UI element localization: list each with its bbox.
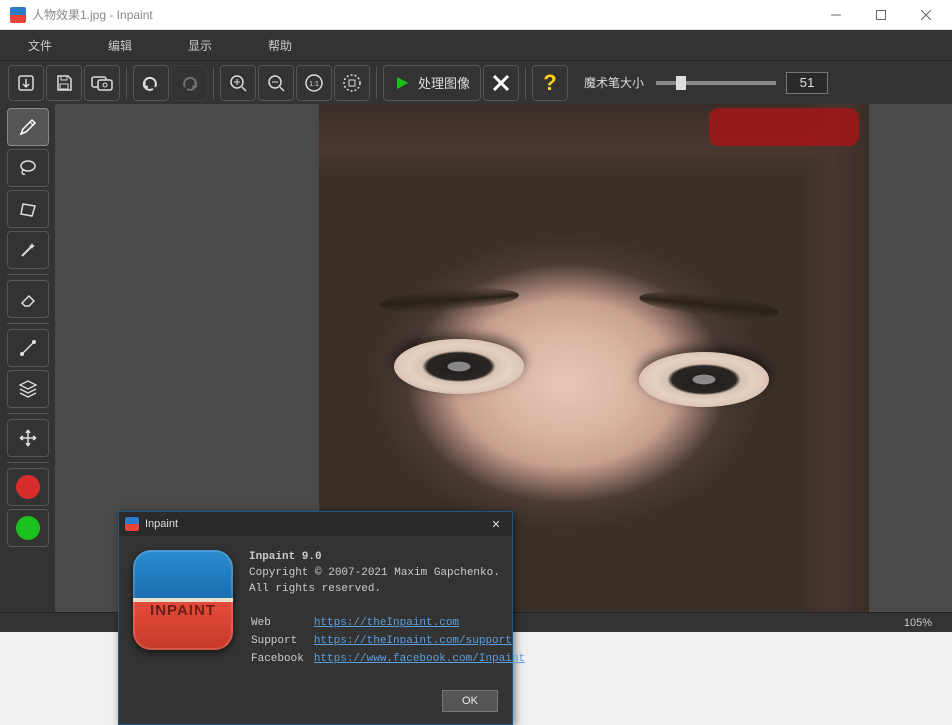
about-copyright: Copyright © 2007-2021 Maxim Gapchenko. [249,567,500,579]
zoom-in-button[interactable] [220,65,256,101]
maximize-button[interactable] [858,0,903,30]
menu-file[interactable]: 文件 [0,30,80,60]
app-icon [10,7,26,23]
tool-sidebar [0,104,55,612]
menu-edit[interactable]: 编辑 [80,30,160,60]
donor-color[interactable] [7,509,49,547]
minimize-button[interactable] [813,0,858,30]
about-text: Inpaint 9.0 Copyright © 2007-2021 Maxim … [249,550,535,670]
process-button[interactable]: 处理图像 [383,65,481,101]
process-label: 处理图像 [418,73,470,92]
brush-size-slider[interactable] [656,81,776,85]
magic-wand-tool[interactable] [7,231,49,269]
brush-size-label: 魔术笔大小 [584,74,644,91]
lasso-tool[interactable] [7,149,49,187]
about-ok-button[interactable]: OK [442,690,498,712]
window-title: 人物效果1.jpg - Inpaint [32,6,153,23]
line-tool[interactable] [7,329,49,367]
canvas-area[interactable]: Inpaint ✕ INPAINT Inpaint 9.0 Copyright … [55,104,952,612]
redo-button[interactable] [171,65,207,101]
cancel-button[interactable] [483,65,519,101]
app-icon [125,517,139,531]
zoom-actual-button[interactable]: 1:1 [296,65,332,101]
inpaint-mask [709,108,859,146]
about-titlebar[interactable]: Inpaint ✕ [119,512,512,536]
close-button[interactable] [903,0,948,30]
compare-button[interactable] [84,65,120,101]
window-titlebar: 人物效果1.jpg - Inpaint [0,0,952,30]
help-button[interactable]: ? [532,65,568,101]
zoom-fit-button[interactable] [334,65,370,101]
mask-color[interactable] [7,468,49,506]
about-dialog: Inpaint ✕ INPAINT Inpaint 9.0 Copyright … [118,511,513,725]
play-icon [394,75,410,91]
menu-bar: 文件 编辑 显示 帮助 [0,30,952,60]
zoom-level: 105% [904,617,932,629]
move-tool[interactable] [7,419,49,457]
save-button[interactable] [46,65,82,101]
menu-help[interactable]: 帮助 [240,30,320,60]
about-logo: INPAINT [133,550,233,650]
about-facebook-link[interactable]: https://www.facebook.com/Inpaint [314,653,525,665]
about-close-button[interactable]: ✕ [486,518,506,531]
about-web-link[interactable]: https://theInpaint.com [314,617,459,629]
layers-tool[interactable] [7,370,49,408]
about-product: Inpaint 9.0 [249,551,322,563]
about-title: Inpaint [145,518,178,530]
brush-size-input[interactable] [786,72,828,94]
polygon-tool[interactable] [7,190,49,228]
eraser-tool[interactable] [7,280,49,318]
svg-text:1:1: 1:1 [309,81,319,88]
undo-button[interactable] [133,65,169,101]
menu-view[interactable]: 显示 [160,30,240,60]
marker-tool[interactable] [7,108,49,146]
about-rights: All rights reserved. [249,583,381,595]
open-button[interactable] [8,65,44,101]
about-support-link[interactable]: https://theInpaint.com/support [314,635,512,647]
zoom-out-button[interactable] [258,65,294,101]
toolbar: 1:1 处理图像 ? 魔术笔大小 [0,60,952,104]
